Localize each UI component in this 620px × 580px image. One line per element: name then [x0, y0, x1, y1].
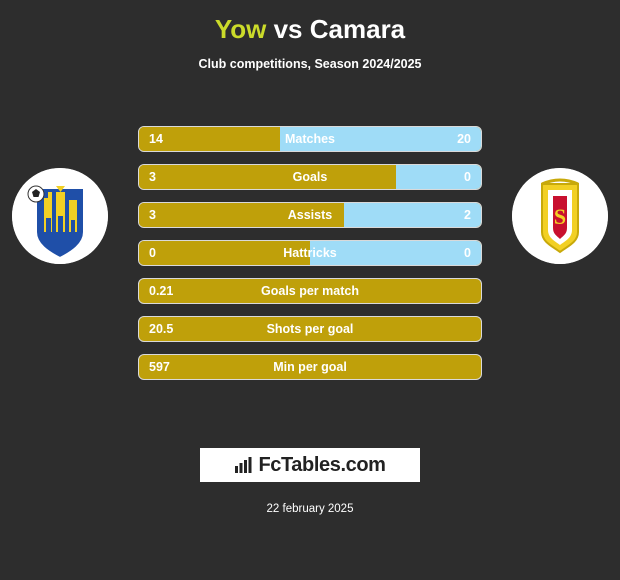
matches-away-value: 20 [457, 132, 471, 146]
versus-label: vs [273, 14, 303, 44]
fctables-logo[interactable]: FcTables.com [200, 448, 420, 482]
goals-away-value: 0 [464, 170, 471, 184]
stat-row-hattricks: 0 Hattricks 0 [138, 240, 482, 266]
assists-label: Assists [287, 208, 333, 222]
hattricks-away-value: 0 [464, 246, 471, 260]
page-subtitle: Club competitions, Season 2024/2025 [198, 57, 422, 71]
svg-text:S: S [554, 204, 566, 229]
matches-label: Matches [284, 132, 336, 146]
page-title: Yow vs Camara [0, 0, 620, 45]
assists-away-value: 2 [464, 208, 471, 222]
shots-per-goal-label: Shots per goal [266, 322, 354, 336]
stat-row-goals: 3 Goals 0 [138, 164, 482, 190]
stat-row-matches: 14 Matches 20 [138, 126, 482, 152]
stats-bar-list: 14 Matches 20 3 Goals 0 3 Assists 2 0 Ha… [138, 126, 482, 392]
away-club-crest: S [512, 168, 608, 264]
hattricks-label: Hattricks [283, 246, 337, 260]
bar-chart-icon [234, 456, 252, 474]
goals-per-match-label: Goals per match [261, 284, 359, 298]
comparison-infographic: Yow vs Camara Club competitions, Season … [0, 0, 620, 580]
away-player-name: Camara [309, 14, 406, 44]
goals-label: Goals [292, 170, 328, 184]
home-club-crest [12, 168, 108, 264]
stat-row-assists: 3 Assists 2 [138, 202, 482, 228]
fctables-logo-text: FcTables.com [258, 453, 386, 476]
home-player-name: Yow [214, 14, 267, 44]
stat-row-min-per-goal: 597 Min per goal [138, 354, 482, 380]
min-per-goal-label: Min per goal [273, 360, 347, 374]
stat-row-goals-per-match: 0.21 Goals per match [138, 278, 482, 304]
stat-row-shots-per-goal: 20.5 Shots per goal [138, 316, 482, 342]
footer-date: 22 february 2025 [266, 503, 354, 515]
